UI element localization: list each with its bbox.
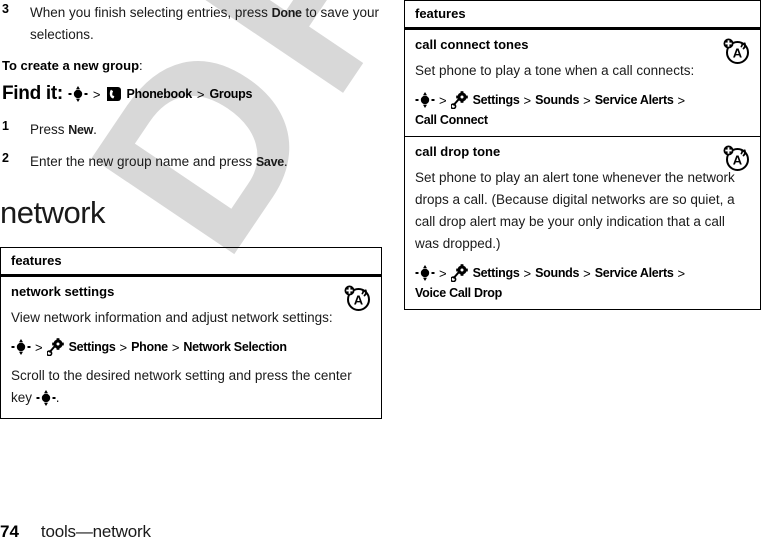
- table-row: A call drop tone Set phone to play an al…: [405, 136, 760, 309]
- feature-menu-path: >: [415, 264, 750, 300]
- center-key-icon: [415, 91, 435, 109]
- feature-menu-path: >: [415, 91, 750, 127]
- list-item: 2 Enter the new group name and press Sav…: [0, 151, 382, 173]
- svg-text:A: A: [354, 293, 364, 308]
- manual-page: DRAFT 3 When you finish selecting entrie…: [0, 0, 765, 546]
- feature-note-suffix: .: [55, 390, 60, 405]
- feature-title: call connect tones: [415, 37, 529, 52]
- step-text-before: Press: [30, 122, 69, 137]
- center-key-icon: [68, 85, 88, 103]
- feature-note: Scroll to the desired network setting an…: [11, 365, 371, 409]
- list-item: 1 Press New.: [0, 119, 382, 141]
- path-item-settings: Settings: [68, 340, 116, 354]
- path-separator: >: [523, 265, 532, 281]
- step-text-after: .: [93, 122, 97, 137]
- path-item-service-alerts: Service Alerts: [594, 266, 674, 280]
- path-item-settings: Settings: [472, 266, 520, 280]
- path-separator: >: [171, 339, 180, 355]
- alert-tone-icon: A: [722, 143, 752, 173]
- path-separator: >: [35, 339, 43, 355]
- features-table-left: features A network settings View network…: [0, 247, 382, 419]
- path-separator: >: [439, 92, 447, 108]
- feature-menu-path: >: [11, 338, 371, 356]
- footer-title: tools—network: [40, 522, 151, 541]
- find-it-path: Find it: > Phonebook > Groups: [2, 83, 382, 105]
- settings-gear-icon: [450, 264, 469, 282]
- path-item-phonebook: Phonebook: [126, 87, 193, 101]
- path-separator: >: [677, 92, 686, 108]
- right-column: features A call connect tones Set phone …: [404, 0, 761, 310]
- path-item-voice-call-drop: Voice Call Drop: [415, 286, 502, 300]
- step-text: Enter the new group name and press Save.: [30, 154, 288, 169]
- center-key-icon: [36, 389, 56, 407]
- path-separator: >: [439, 265, 447, 281]
- left-column: 3 When you finish selecting entries, pre…: [0, 0, 382, 546]
- feature-note-text: Scroll to the desired network setting an…: [11, 368, 352, 405]
- step-number: 2: [2, 151, 9, 165]
- subsection-heading-text: To create a new group: [2, 58, 140, 73]
- step-text: Press New.: [30, 122, 97, 137]
- svg-text:A: A: [733, 46, 743, 61]
- page-footer: 74 tools—network: [0, 522, 151, 542]
- softkey-label: Done: [271, 6, 302, 20]
- feature-description: Set phone to play an alert tone whenever…: [415, 170, 735, 251]
- list-item: 3 When you finish selecting entries, pre…: [0, 2, 382, 46]
- step-number: 1: [2, 119, 9, 133]
- feature-title: network settings: [11, 284, 115, 299]
- table-row: A network settings View network informat…: [1, 277, 381, 418]
- alert-tone-icon: A: [722, 36, 752, 66]
- path-separator: >: [523, 92, 532, 108]
- page-number: 74: [0, 522, 19, 541]
- feature-title: call drop tone: [415, 144, 501, 159]
- path-separator: >: [196, 86, 205, 102]
- center-key-icon: [11, 338, 31, 356]
- features-table-right: features A call connect tones Set phone …: [404, 0, 761, 310]
- find-it-label: Find it:: [2, 83, 63, 104]
- path-item-sounds: Sounds: [535, 93, 580, 107]
- step-text-after: .: [283, 154, 288, 169]
- table-header-features: features: [1, 248, 381, 277]
- step-text: When you finish selecting entries, press…: [30, 5, 379, 42]
- alert-tone-icon: A: [343, 283, 373, 313]
- feature-description: Set phone to play a tone when a call con…: [415, 63, 695, 78]
- settings-gear-icon: [450, 91, 469, 109]
- subsection-heading: To create a new group:: [2, 58, 382, 73]
- path-item-settings: Settings: [472, 93, 520, 107]
- svg-text:A: A: [733, 153, 743, 168]
- page-title: network: [0, 195, 106, 230]
- softkey-label: Save: [255, 155, 284, 169]
- table-row: A call connect tones Set phone to play a…: [405, 30, 760, 136]
- step-text-before: When you finish selecting entries, press: [30, 5, 272, 20]
- step-number: 3: [2, 2, 9, 16]
- path-item-network-selection: Network Selection: [183, 340, 287, 354]
- table-header-features: features: [405, 1, 760, 30]
- feature-description: View network information and adjust netw…: [11, 310, 333, 325]
- path-separator: >: [119, 339, 128, 355]
- center-key-icon: [415, 264, 435, 282]
- softkey-label: New: [68, 123, 94, 137]
- path-item-service-alerts: Service Alerts: [594, 93, 674, 107]
- path-item-groups: Groups: [209, 87, 253, 101]
- path-separator: >: [677, 265, 686, 281]
- path-separator: >: [92, 86, 101, 102]
- path-separator: >: [583, 92, 591, 108]
- path-item-sounds: Sounds: [535, 266, 580, 280]
- subsection-heading-suffix: :: [139, 58, 143, 73]
- phonebook-icon: [106, 86, 122, 102]
- path-item-phone: Phone: [131, 340, 168, 354]
- step-text-before: Enter the new group name and press: [30, 154, 256, 169]
- path-separator: >: [583, 265, 591, 281]
- path-item-call-connect: Call Connect: [415, 113, 488, 127]
- settings-gear-icon: [46, 338, 65, 356]
